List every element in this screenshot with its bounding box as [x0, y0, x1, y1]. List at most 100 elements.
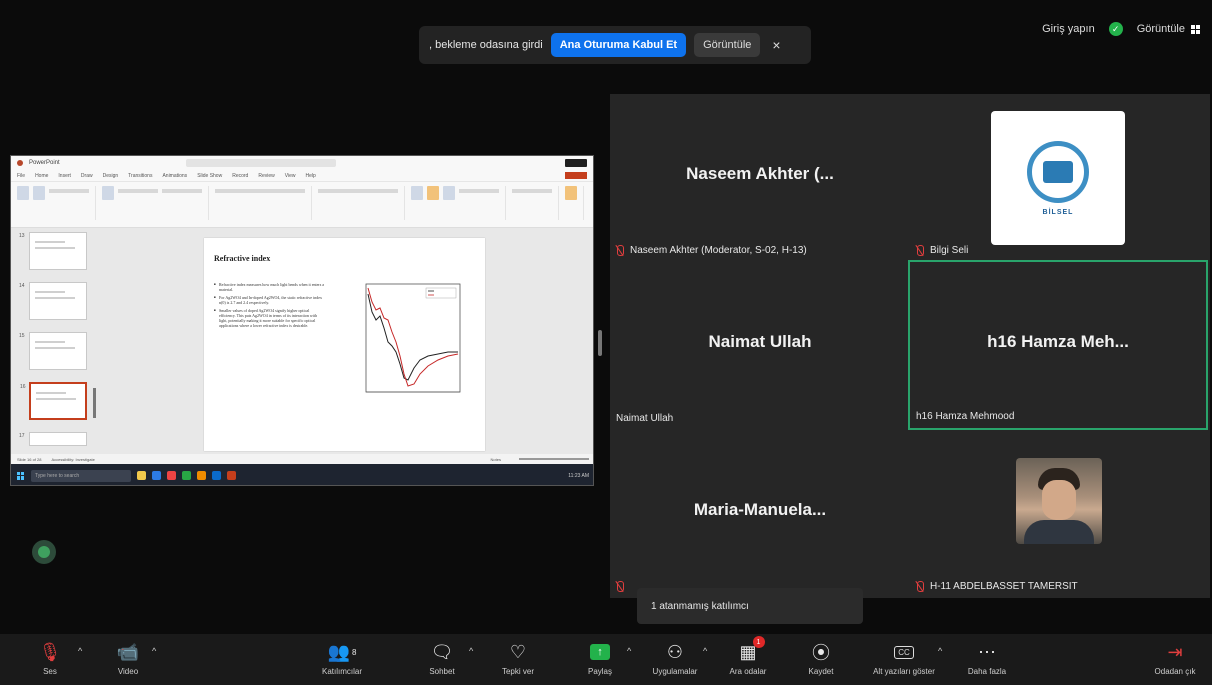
participant-tile[interactable]: H-11 ABDELBASSET TAMERSIT [910, 430, 1210, 598]
chat-caret-icon[interactable]: ^ [469, 646, 473, 656]
video-caret-icon[interactable]: ^ [152, 646, 156, 656]
status-notes: Notes [490, 456, 501, 462]
ppt-account-badge [565, 159, 587, 167]
slide-thumbnail: 13 [19, 232, 87, 270]
chat-icon: 🗨 [430, 641, 454, 662]
ribbon-group [102, 186, 209, 220]
view-waiting-room-button[interactable]: Görüntüle [694, 33, 761, 57]
audio-button[interactable]: 🎙 Ses [15, 638, 85, 677]
apps-caret-icon[interactable]: ^ [703, 646, 707, 656]
participant-tile[interactable]: BİLSEL Bilgi Seli [910, 94, 1210, 262]
ppt-menu-item: Draw [80, 172, 93, 179]
ppt-menu-item: Record [232, 172, 249, 179]
breakout-rooms-icon: ▦ 1 [739, 636, 765, 666]
participant-avatar-logo: BİLSEL [991, 111, 1125, 245]
participants-button[interactable]: 👥 8 Katılımcılar [307, 638, 377, 677]
slide-bullet: For Ag2WO4 and In-doped Ag2WO4, the stat… [214, 295, 326, 305]
share-icon: ↑ [590, 638, 610, 666]
apps-button[interactable]: ⚇ Uygulamalar [640, 638, 710, 677]
ppt-menu-item: Transitions [128, 172, 153, 179]
participant-label [616, 581, 630, 592]
slide-bullet: Refractive index measures how much light… [214, 282, 326, 292]
refractive-index-plot [365, 283, 461, 393]
participant-gallery: Naseem Akhter (... Naseem Akhter (Modera… [610, 94, 1210, 598]
view-button[interactable]: Görüntüle [1137, 23, 1200, 35]
participant-video-photo [1016, 458, 1102, 544]
top-right-controls: Giriş yapın ✓ Görüntüle [1042, 22, 1200, 36]
ppt-titlebar: PowerPoint [11, 156, 593, 170]
floating-app-icon[interactable] [32, 540, 56, 564]
ppt-menu-item: Review [258, 172, 275, 179]
waiting-room-notification: , bekleme odasına girdi Ana Oturuma Kabu… [419, 26, 811, 64]
close-icon[interactable]: × [768, 37, 784, 53]
taskbar-app-icon [227, 471, 236, 480]
participant-tile[interactable]: Naseem Akhter (... Naseem Akhter (Modera… [610, 94, 910, 262]
share-caret-icon[interactable]: ^ [627, 646, 631, 656]
participant-label-text: Bilgi Seli [930, 245, 969, 256]
shield-check-icon[interactable]: ✓ [1108, 22, 1123, 36]
participant-label-text: Naimat Ullah [616, 413, 674, 424]
slide-thumbnail: 17 [19, 432, 87, 446]
shared-screen: PowerPoint File Home Insert Draw Design … [10, 155, 594, 486]
admit-button[interactable]: Ana Oturuma Kabul Et [550, 33, 687, 57]
record-button[interactable]: ⦿ Kaydet [786, 638, 856, 676]
taskbar-app-icon [197, 471, 206, 480]
more-button[interactable]: ⋯ Daha fazla [952, 638, 1022, 677]
ppt-workspace: 13 14 15 16 17 Refractive index Refracti… [11, 228, 593, 454]
slide-thumbnail: 14 [19, 282, 87, 320]
more-label: Daha fazla [967, 667, 1007, 676]
ppt-menu-item: View [284, 172, 296, 179]
signin-link[interactable]: Giriş yapın [1042, 23, 1095, 35]
participant-label: Bilgi Seli [916, 245, 968, 256]
ribbon-group [512, 186, 559, 220]
windows-start-icon [17, 471, 25, 480]
participant-display-name: Naimat Ullah [708, 332, 812, 351]
participant-tile-active-speaker[interactable]: h16 Hamza Meh... h16 Hamza Mehmood [908, 260, 1208, 430]
breakout-badge: 1 [752, 636, 765, 648]
video-button[interactable]: 📹 Video [93, 638, 163, 677]
logo-text: BİLSEL [1042, 208, 1074, 216]
status-slide-count: Slide 16 of 28 [17, 456, 42, 462]
participants-count: 8 [351, 647, 357, 657]
ppt-menu-item: Home [35, 172, 49, 179]
more-icon: ⋯ [978, 641, 996, 662]
react-button[interactable]: ♡ Tepki ver [483, 638, 553, 677]
autosave-icon [17, 160, 23, 166]
notification-message: , bekleme odasına girdi [429, 39, 543, 51]
grid-icon [1191, 24, 1200, 34]
slide-thumbnails: 13 14 15 16 17 [15, 232, 93, 454]
ppt-app-title: PowerPoint [29, 160, 60, 166]
view-button-label: Görüntüle [1136, 23, 1185, 35]
ppt-menu-item: Help [305, 172, 316, 179]
unassigned-participants-tooltip: 1 atanmamış katılımcı [637, 588, 863, 624]
captions-icon: CC [894, 638, 914, 666]
logo-icon [1027, 140, 1089, 203]
ribbon-group [215, 186, 312, 220]
leave-meeting-button[interactable]: ⇥ Odadan çık [1140, 638, 1210, 677]
participant-display-name: Maria-Manuela... [693, 500, 827, 519]
thumbnail-scrollbar [93, 388, 96, 418]
slide-title: Refractive index [214, 254, 271, 263]
captions-button[interactable]: CC Alt yazıları göster [858, 638, 950, 676]
participant-label-text: h16 Hamza Mehmood [916, 411, 1015, 422]
participant-label-text: Naseem Akhter (Moderator, S-02, H-13) [630, 245, 807, 256]
ribbon-group [318, 186, 405, 220]
split-resize-handle[interactable] [598, 330, 602, 356]
ribbon-group [565, 186, 584, 220]
participant-tile[interactable]: Naimat Ullah Naimat Ullah [610, 262, 910, 430]
ribbon-group [17, 186, 96, 220]
participant-tile[interactable]: Maria-Manuela... [610, 430, 910, 598]
captions-caret-icon[interactable]: ^ [938, 646, 942, 656]
taskbar-app-icon [167, 471, 176, 480]
leave-icon: ⇥ [1167, 641, 1183, 662]
leave-label: Odadan çık [1154, 667, 1196, 676]
audio-caret-icon[interactable]: ^ [78, 646, 82, 656]
ppt-menu-item: Design [102, 172, 119, 179]
ppt-menu-item: File [17, 172, 26, 179]
breakout-rooms-button[interactable]: ▦ 1 Ara odalar [713, 636, 783, 676]
taskbar-app-icon [182, 471, 191, 480]
chat-button[interactable]: 🗨 Sohbet [407, 638, 477, 677]
ppt-menu-bar: File Home Insert Draw Design Transitions… [11, 170, 593, 182]
share-screen-button[interactable]: ↑ Paylaş [565, 638, 635, 676]
ppt-record-button [565, 172, 587, 179]
